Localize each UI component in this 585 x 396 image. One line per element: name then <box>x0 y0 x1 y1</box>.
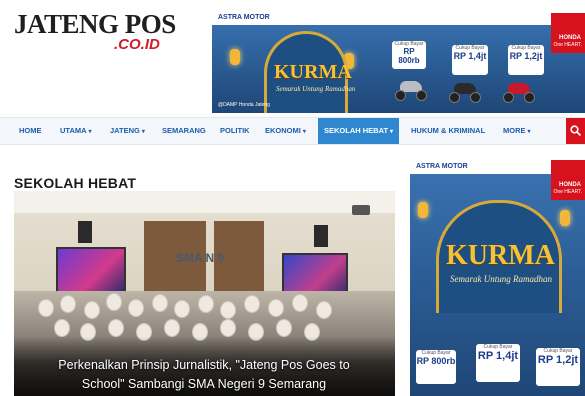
person <box>60 295 76 313</box>
page-title: SEKOLAH HEBAT <box>14 174 137 191</box>
ad-price-box: Cukup Bayar RP 800rb <box>416 350 456 384</box>
honda-text: HONDA <box>559 182 581 188</box>
person <box>108 319 124 337</box>
main-nav: HOME UTAMA ▾ JATENG ▾ SEMARANG POLITIK EKO… <box>0 117 585 145</box>
ad-price-box: Cukup Bayar RP 800rb <box>392 41 426 69</box>
speaker-icon <box>78 221 92 243</box>
nav-item-semarang[interactable]: SEMARANG <box>162 118 206 144</box>
ad-price-box: Cukup Bayar RP 1,4jt <box>476 344 520 382</box>
chevron-down-icon: ▾ <box>88 129 92 135</box>
person <box>268 299 284 317</box>
person <box>54 319 70 337</box>
projector-icon <box>352 205 370 215</box>
ad-price-box: Cukup Bayar RP 1,2jt <box>508 45 544 75</box>
site-logo[interactable]: JATENG POS .CO.ID <box>14 9 184 59</box>
article-headline[interactable]: Perkenalkan Prinsip Jurnalistik, "Jateng… <box>34 356 374 394</box>
person <box>292 294 308 312</box>
honda-tagline: One HEART. <box>553 42 582 48</box>
ad-title: KURMA <box>446 240 555 271</box>
ad-brand-text: ASTRA MOTOR <box>416 163 468 170</box>
person <box>106 293 122 311</box>
nav-item-jateng[interactable]: JATENG ▾ <box>110 118 145 144</box>
ad-tagline: Semarak Untung Ramadhan <box>450 274 552 284</box>
ad-tagline: Semarak Untung Ramadhan <box>276 85 356 93</box>
speaker-icon <box>314 225 328 247</box>
nav-item-hukum-kriminal[interactable]: HUKUM & KRIMINAL <box>411 118 485 144</box>
person <box>220 301 236 319</box>
person <box>316 301 332 319</box>
chevron-down-icon: ▾ <box>302 129 306 135</box>
person <box>152 294 168 312</box>
honda-logo: HONDA One HEART. <box>551 13 585 53</box>
nav-item-ekonomi[interactable]: EKONOMI ▾ <box>265 118 306 144</box>
motorcycle-image <box>502 81 536 103</box>
ad-price-box: Cukup Bayar RP 1,4jt <box>452 45 488 75</box>
motorcycle-image <box>394 79 428 101</box>
nav-item-sekolah-hebat[interactable]: SEKOLAH HEBAT ▾ <box>318 118 400 144</box>
chevron-down-icon: ▾ <box>390 129 394 135</box>
lantern-icon <box>230 49 240 65</box>
person <box>128 299 144 317</box>
photo-ceiling <box>14 191 395 213</box>
nav-item-home[interactable]: HOME <box>19 118 42 144</box>
chevron-down-icon: ▾ <box>527 129 531 135</box>
sidebar-ad[interactable]: ASTRA MOTOR HONDA One HEART. KURMA Semar… <box>410 160 585 396</box>
ad-footer: @DAMP Honda Jateng <box>218 102 270 108</box>
person <box>276 319 292 337</box>
honda-tagline: One HEART. <box>553 189 582 195</box>
ad-brand-text: ASTRA MOTOR <box>218 14 270 21</box>
honda-logo: HONDA One HEART. <box>551 160 585 200</box>
person <box>174 300 190 318</box>
search-icon <box>570 125 581 136</box>
search-button[interactable] <box>566 118 585 144</box>
logo-domain: .CO.ID <box>114 36 160 53</box>
lantern-icon <box>418 202 428 218</box>
lantern-icon <box>560 210 570 226</box>
ad-price-box: Cukup Bayar RP 1,2jt <box>536 348 580 386</box>
nav-item-utama[interactable]: UTAMA ▾ <box>60 118 92 144</box>
person <box>38 299 54 317</box>
ad-brand-bar: ASTRA MOTOR <box>212 13 585 25</box>
person <box>198 295 214 313</box>
headline-line: School" Sambangi SMA Negeri 9 Semarang <box>81 377 327 391</box>
honda-text: HONDA <box>559 35 581 41</box>
chevron-down-icon: ▾ <box>141 129 145 135</box>
nav-item-more[interactable]: MORE ▾ <box>503 118 531 144</box>
motorcycle-image <box>448 81 482 103</box>
featured-article[interactable]: SMA N 9 Perkenalkan Prinsip Jurnalistik,… <box>14 191 395 396</box>
top-banner-ad[interactable]: ASTRA MOTOR HONDA One HEART. KURMA Semar… <box>212 13 585 113</box>
photo-screen <box>56 247 126 295</box>
person <box>164 319 180 337</box>
person <box>84 301 100 319</box>
person <box>220 319 236 337</box>
ad-title: KURMA <box>274 61 352 83</box>
headline-line: Perkenalkan Prinsip Jurnalistik, "Jateng… <box>58 358 350 372</box>
nav-item-politik[interactable]: POLITIK <box>220 118 250 144</box>
person <box>244 295 260 313</box>
school-sign: SMA N 9 <box>176 251 225 265</box>
